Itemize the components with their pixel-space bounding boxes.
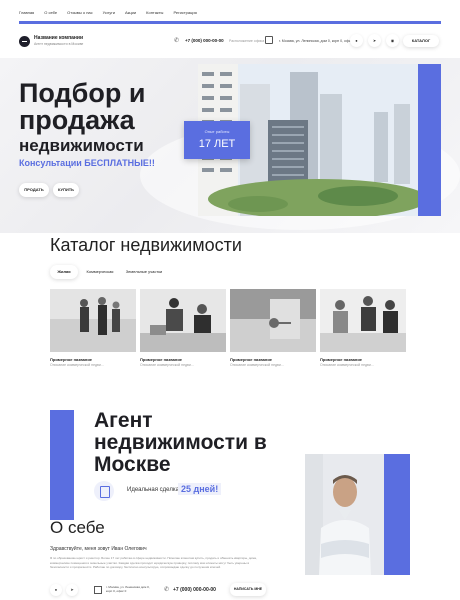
about-phone[interactable]: +7 (000) 000-00-00 <box>173 587 216 593</box>
office-label: Расположение офиса <box>229 39 265 43</box>
about-address: г. Москва, ул. Ленинская дом 0, корп 0, … <box>106 585 150 593</box>
agent-photo-accent-block <box>384 454 410 575</box>
keys-handover-photo <box>230 289 316 352</box>
sell-button[interactable]: ПРОДАТЬ <box>19 183 49 197</box>
card-title[interactable]: Примерное название <box>50 357 92 362</box>
catalog-card-image[interactable] <box>140 289 226 352</box>
card-description: Описание коммерческой недви... <box>230 363 284 367</box>
telegram-icon[interactable]: ➤ <box>66 584 78 596</box>
nav-item-register[interactable]: Регистрация <box>173 10 196 15</box>
catalog-title: Каталог недвижимости <box>50 235 242 255</box>
experience-badge: Опыт работы 17 ЛЕТ <box>184 121 250 159</box>
brand-name[interactable]: Название компании <box>34 35 83 41</box>
nav-item-about[interactable]: О себе <box>44 10 57 15</box>
nav-item-home[interactable]: Главная <box>19 10 34 15</box>
header: Название компании Агент недвижимости в М… <box>0 28 460 58</box>
nav-item-promos[interactable]: Акции <box>125 10 136 15</box>
tab-land[interactable]: Земельные участки <box>122 265 166 279</box>
experience-value: 17 ЛЕТ <box>198 138 236 150</box>
agent-portrait-photo <box>305 454 384 575</box>
hero-subtitle: Консультации БЕСПЛАТНЫЕ!! <box>19 158 155 168</box>
agent-title: Агент недвижимости в Москве <box>94 409 267 476</box>
phone-icon: ✆ <box>164 587 170 593</box>
nav-item-contacts[interactable]: Контакты <box>146 10 163 15</box>
people-handshake-photo <box>50 289 136 352</box>
about-title: О себе <box>50 518 105 537</box>
brand-subtitle: Агент недвижимости в Москве <box>34 42 84 46</box>
card-title[interactable]: Примерное название <box>230 357 272 362</box>
catalog-card-image[interactable] <box>50 289 136 352</box>
card-title[interactable]: Примерное название <box>320 357 362 362</box>
hero-title-line2: продажа <box>19 105 135 135</box>
header-address: г. Москва, ул. Ленинская, дом 0, корп 0,… <box>279 39 356 43</box>
hero-accent-block <box>418 64 441 216</box>
deal-days: 25 дней! <box>178 483 222 495</box>
telegram-icon[interactable]: ➤ <box>368 34 381 47</box>
tab-residential[interactable]: Жилая <box>50 265 78 279</box>
experience-label: Опыт работы <box>204 129 230 134</box>
catalog-card-image[interactable] <box>230 289 316 352</box>
write-me-button[interactable]: НАПИСАТЬ МНЕ <box>230 583 266 596</box>
hero-title-line1: Подбор и <box>19 78 146 108</box>
buy-button[interactable]: КУПИТЬ <box>53 183 79 197</box>
logo-icon[interactable] <box>19 36 30 47</box>
map-icon <box>94 586 102 594</box>
office-meeting-photo <box>140 289 226 352</box>
header-phone[interactable]: +7 (000) 000-00-00 <box>185 38 224 43</box>
nav-item-services[interactable]: Услуги <box>103 10 115 15</box>
card-description: Описание коммерческой недви... <box>140 363 194 367</box>
vk-icon[interactable]: ● <box>350 34 363 47</box>
agent-accent-block <box>50 410 74 520</box>
tab-commercial[interactable]: Коммерческая <box>84 265 116 279</box>
agent-portrait <box>305 454 384 575</box>
vk-icon[interactable]: ● <box>50 584 62 596</box>
card-description: Описание коммерческой недви... <box>320 363 374 367</box>
hero-title: Подбор и продажа <box>19 80 145 134</box>
top-nav: Главная О себе Отзывы о нас Услуги Акции… <box>0 0 460 24</box>
hero-title-line3: недвижимости <box>19 136 144 155</box>
card-title[interactable]: Примерное название <box>140 357 182 362</box>
nav-accent-bar <box>19 21 441 24</box>
consultation-photo <box>320 289 406 352</box>
about-greeting: Здравствуйте, меня зовут Иван Олегович <box>50 546 147 552</box>
phone-icon: ✆ <box>174 38 180 44</box>
catalog-card-image[interactable] <box>320 289 406 352</box>
whatsapp-icon[interactable]: ◉ <box>386 34 399 47</box>
map-icon <box>265 36 273 44</box>
document-icon <box>94 481 114 501</box>
about-body: Я по образованию юрист и риелтор. Более … <box>50 556 257 569</box>
catalog-button[interactable]: КАТАЛОГ <box>403 35 439 47</box>
card-description: Описание коммерческой недви... <box>50 363 104 367</box>
nav-item-reviews[interactable]: Отзывы о нас <box>67 10 93 15</box>
